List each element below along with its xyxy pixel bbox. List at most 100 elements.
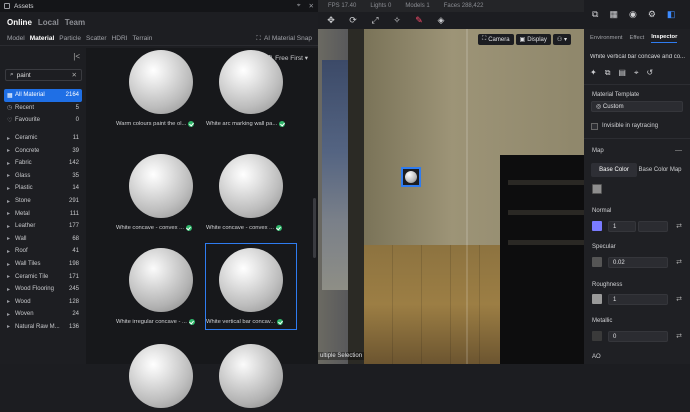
reset-icon[interactable]: ↺ bbox=[647, 68, 654, 78]
template-select[interactable]: ◎ Custom bbox=[591, 101, 683, 112]
sidebar-item[interactable]: ▸ Fabric 142 bbox=[4, 157, 82, 170]
sidebar-item[interactable]: ▸ Leather 177 bbox=[4, 220, 82, 233]
roughness-adjust-icon[interactable]: ⇄ bbox=[676, 295, 682, 303]
sidebar-item[interactable]: ▸ Wood 128 bbox=[4, 296, 82, 309]
material-card[interactable] bbox=[116, 340, 206, 412]
window-frame bbox=[348, 29, 364, 364]
material-card[interactable]: White arc marking wall pa... bbox=[206, 46, 296, 131]
tab-model[interactable]: Model bbox=[7, 35, 25, 42]
sidebar-item[interactable]: ▸ Ceramic 11 bbox=[4, 132, 82, 145]
roughness-swatch[interactable] bbox=[592, 294, 602, 304]
sidebar-item[interactable]: ▸ Concrete 39 bbox=[4, 144, 82, 157]
expand-arrow-icon: ▸ bbox=[7, 274, 11, 281]
viewport-toolbar: ✥ ⟳ ⤢ ✧ ✎ ◈ bbox=[318, 12, 584, 29]
sidebar-item[interactable]: ▸ Ceramic Tile 171 bbox=[4, 270, 82, 283]
sidebar-item[interactable]: ▸ Metal 111 bbox=[4, 207, 82, 220]
collapse-icon[interactable]: |< bbox=[73, 52, 80, 61]
paste-icon[interactable]: ▤ bbox=[618, 68, 626, 78]
tab-team[interactable]: Team bbox=[65, 18, 85, 27]
photo-icon[interactable]: ◉ bbox=[629, 9, 637, 20]
move-icon[interactable]: ✥ bbox=[326, 15, 336, 26]
tab-base-color[interactable]: Base Color bbox=[591, 163, 637, 177]
tab-local[interactable]: Local bbox=[38, 18, 59, 27]
scale-icon[interactable]: ⤢ bbox=[370, 15, 380, 26]
template-label: Material Template bbox=[592, 92, 640, 98]
pick-icon[interactable]: ⌖ bbox=[634, 68, 639, 78]
category-tabs: Model Material Particle Scatter HDRI Ter… bbox=[0, 32, 318, 46]
tab-base-color-map[interactable]: Base Color Map bbox=[637, 163, 683, 177]
pen-icon[interactable]: ✎ bbox=[414, 15, 424, 26]
scene-viewport[interactable]: FPS 17.40 Lights 0 Models 1 Faces 288,42… bbox=[318, 0, 584, 364]
expand-arrow-icon: ▸ bbox=[7, 248, 11, 255]
sidebar-item[interactable]: ▸ Woven 24 bbox=[4, 308, 82, 321]
magic-icon[interactable]: ✦ bbox=[590, 68, 597, 78]
close-icon[interactable]: ✕ bbox=[309, 2, 314, 10]
search-input[interactable]: ⌕ paint ✕ bbox=[5, 69, 82, 81]
user-menu-button[interactable]: ⚇ ▾ bbox=[552, 34, 571, 45]
sidebar-item[interactable]: ▸ Wall Tiles 198 bbox=[4, 258, 82, 271]
sidebar-item[interactable]: ▸ Wall 68 bbox=[4, 233, 82, 246]
sidebar-item[interactable]: ▦ All Material 2164 bbox=[4, 89, 82, 102]
material-preview-sphere bbox=[219, 50, 283, 114]
sidebar-item[interactable]: ▸ Wood Flooring 245 bbox=[4, 283, 82, 296]
tab-inspector[interactable]: Inspector bbox=[651, 34, 678, 43]
render-icon[interactable]: ⧉ bbox=[592, 9, 598, 20]
sidebar-item[interactable]: ▸ Stone 291 bbox=[4, 195, 82, 208]
tab-material[interactable]: Material bbox=[30, 35, 55, 42]
tab-online[interactable]: Online bbox=[7, 18, 32, 27]
normal-swatch[interactable] bbox=[592, 221, 602, 231]
ai-material-snap-button[interactable]: ⛶ AI Material Snap bbox=[256, 35, 312, 43]
roughness-field[interactable]: 1 bbox=[608, 294, 668, 305]
sidebar-item-count: 0 bbox=[75, 117, 79, 124]
specular-field[interactable]: 0.02 bbox=[608, 257, 668, 268]
specular-adjust-icon[interactable]: ⇄ bbox=[676, 258, 682, 266]
normal-field[interactable]: 1 bbox=[608, 221, 636, 232]
clear-icon[interactable]: ✕ bbox=[72, 71, 77, 79]
sidebar-item[interactable]: ▸ Natural Raw M... 136 bbox=[4, 321, 82, 334]
tab-environment[interactable]: Environment bbox=[590, 35, 623, 41]
tab-effect[interactable]: Effect bbox=[630, 35, 645, 41]
normal-adjust-icon[interactable]: ⇄ bbox=[676, 222, 682, 230]
metallic-adjust-icon[interactable]: ⇄ bbox=[676, 332, 682, 340]
scrollbar[interactable] bbox=[313, 198, 316, 258]
inspector-icon[interactable]: ◧ bbox=[667, 9, 676, 20]
sidebar-item[interactable]: ◷ Recent 5 bbox=[4, 102, 82, 115]
material-card[interactable]: White irregular concave - ... bbox=[116, 244, 206, 329]
base-color-swatch[interactable] bbox=[592, 184, 602, 194]
expand-arrow-icon: ▸ bbox=[7, 160, 11, 167]
sidebar-item[interactable]: ▸ Plastic 14 bbox=[4, 182, 82, 195]
selection-status: ultiple Selection bbox=[318, 352, 365, 360]
sidebar-item[interactable]: ▸ Glass 35 bbox=[4, 170, 82, 183]
invisible-checkbox[interactable] bbox=[591, 123, 598, 130]
metallic-field[interactable]: 0 bbox=[608, 331, 668, 342]
light-icon[interactable]: ✧ bbox=[392, 15, 402, 26]
tab-scatter[interactable]: Scatter bbox=[86, 35, 107, 42]
divider bbox=[584, 84, 690, 85]
tab-terrain[interactable]: Terrain bbox=[132, 35, 152, 42]
tab-hdri[interactable]: HDRI bbox=[112, 35, 128, 42]
camera-button[interactable]: ⛶ Camera bbox=[478, 34, 514, 45]
pin-icon[interactable]: ⌖ bbox=[297, 2, 301, 10]
copy-icon[interactable]: ⧉ bbox=[605, 68, 611, 78]
layers-icon[interactable]: ◈ bbox=[436, 15, 446, 26]
material-card[interactable] bbox=[206, 340, 296, 412]
material-card[interactable]: White concave - convex ... bbox=[116, 150, 206, 235]
settings-icon[interactable]: ⚙ bbox=[648, 9, 656, 20]
material-picker[interactable] bbox=[401, 167, 421, 187]
film-icon[interactable]: ▦ bbox=[609, 9, 618, 20]
sidebar-item[interactable]: ▸ Roof 41 bbox=[4, 245, 82, 258]
material-card[interactable]: Warm colours paint the ol... bbox=[116, 46, 206, 131]
normal-slider[interactable] bbox=[638, 221, 668, 232]
material-card[interactable]: White vertical bar concav... bbox=[205, 243, 297, 330]
downloaded-check-icon bbox=[188, 121, 195, 127]
display-button[interactable]: ▣ Display bbox=[515, 34, 551, 45]
specular-swatch[interactable] bbox=[592, 257, 602, 267]
material-preview-sphere bbox=[129, 248, 193, 312]
tab-particle[interactable]: Particle bbox=[59, 35, 81, 42]
sidebar-item[interactable]: ♡ Favourite 0 bbox=[4, 114, 82, 127]
rotate-icon[interactable]: ⟳ bbox=[348, 15, 358, 26]
metallic-swatch[interactable] bbox=[592, 331, 602, 341]
map-collapse-icon[interactable]: — bbox=[675, 147, 682, 154]
material-card[interactable]: White concave - convex ... bbox=[206, 150, 296, 235]
snap-icon: ⛶ bbox=[256, 34, 261, 42]
